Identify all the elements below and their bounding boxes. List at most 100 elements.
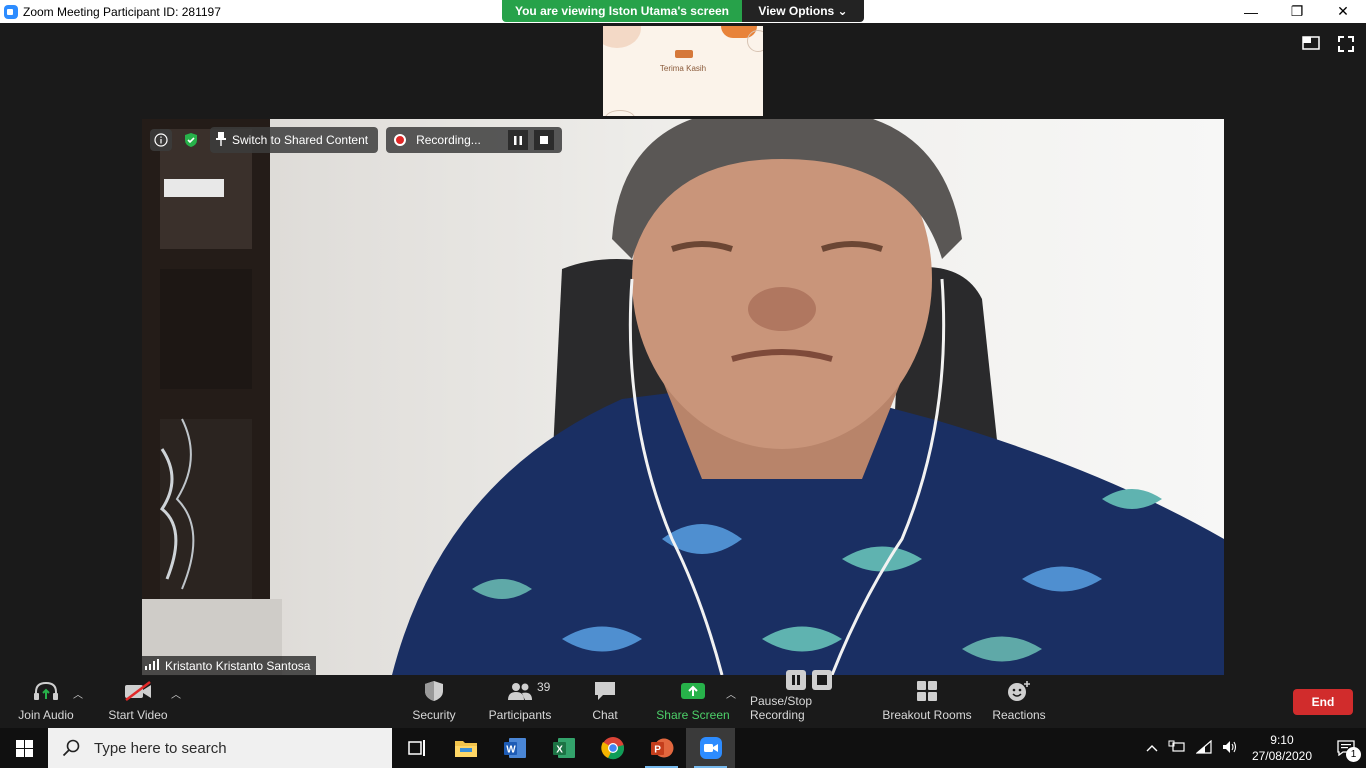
switch-to-shared-content-button[interactable]: Switch to Shared Content — [210, 127, 379, 153]
taskbar-search-box[interactable]: Type here to search — [48, 728, 392, 768]
thumb-decoration — [605, 110, 635, 116]
powerpoint-icon: P — [650, 738, 673, 758]
headphones-icon — [33, 678, 59, 704]
taskbar-file-explorer[interactable] — [441, 728, 490, 768]
file-explorer-icon — [454, 741, 477, 757]
chat-button[interactable]: Chat — [584, 678, 626, 728]
thumb-text: Terima Kasih — [659, 64, 707, 73]
meeting-toolbar: Join Audio ︿ Start Video ︿ Security 39 P… — [0, 670, 1366, 728]
svg-text:X: X — [556, 745, 563, 756]
switch-to-shared-content-label: Switch to Shared Content — [232, 133, 369, 147]
zoom-app-icon — [4, 4, 18, 19]
meeting-info-icon[interactable] — [150, 129, 172, 151]
shared-content-thumbnail[interactable]: Terima Kasih — [603, 26, 763, 116]
taskbar-excel[interactable]: X — [539, 728, 588, 768]
participants-count: 39 — [537, 680, 551, 694]
join-audio-button[interactable]: Join Audio — [14, 678, 78, 728]
recording-controls — [508, 130, 555, 150]
system-tray: 9:10 27/08/2020 1 — [1146, 728, 1366, 768]
recording-label: Recording... — [416, 133, 481, 147]
participant-video — [142, 119, 1224, 675]
stop-recording-icon[interactable] — [534, 130, 555, 150]
recording-controls-icon — [786, 670, 832, 690]
volume-icon[interactable] — [1222, 740, 1238, 757]
pause-stop-recording-button[interactable]: Pause/Stop Recording — [750, 670, 868, 728]
start-video-button[interactable]: Start Video — [106, 678, 170, 728]
share-options-caret-icon[interactable]: ︿ — [726, 686, 736, 701]
security-label: Security — [412, 708, 456, 722]
viewing-screen-label: You are viewing Iston Utama's screen — [502, 0, 742, 22]
video-frame — [142, 119, 1224, 675]
start-button[interactable] — [0, 728, 48, 768]
participants-button[interactable]: 39 Participants — [484, 678, 556, 728]
word-icon: W — [503, 738, 526, 758]
view-options-button[interactable]: View Options ⌄ — [742, 0, 864, 22]
windows-taskbar: Type here to search W X P 9:10 27/08/202… — [0, 728, 1366, 768]
fullscreen-icon[interactable] — [1338, 36, 1354, 57]
share-screen-button[interactable]: Share Screen — [656, 678, 730, 728]
participants-icon: 39 — [507, 678, 550, 704]
thumb-tag — [675, 50, 693, 58]
restore-button[interactable]: ❐ — [1274, 0, 1320, 23]
breakout-rooms-button[interactable]: Breakout Rooms — [882, 678, 972, 728]
breakout-rooms-label: Breakout Rooms — [882, 708, 972, 722]
taskbar-chrome[interactable] — [588, 728, 637, 768]
clock-date: 27/08/2020 — [1251, 749, 1312, 763]
share-screen-label: Share Screen — [656, 708, 730, 722]
svg-text:W: W — [506, 745, 516, 756]
security-shield-icon — [424, 678, 444, 704]
chat-icon — [593, 678, 617, 704]
tray-icons — [1146, 739, 1238, 757]
taskbar-powerpoint[interactable]: P — [637, 728, 686, 768]
audio-options-caret-icon[interactable]: ︿ — [73, 686, 83, 701]
window-controls: — ❐ ✕ — [1228, 0, 1366, 23]
pause-recording-icon[interactable] — [508, 130, 529, 150]
share-screen-icon — [680, 678, 706, 704]
action-center-button[interactable]: 1 — [1326, 728, 1366, 768]
recording-indicator: Recording... — [386, 127, 563, 153]
reactions-icon — [1007, 678, 1031, 704]
reactions-label: Reactions — [992, 708, 1046, 722]
view-controls — [1302, 36, 1354, 57]
notifications-badge: 1 — [1346, 747, 1361, 762]
clock-time: 9:10 — [1270, 733, 1294, 747]
participant-name: Kristanto Kristanto Santosa — [165, 659, 311, 673]
window-title: Zoom Meeting Participant ID: 281197 — [23, 4, 221, 19]
join-audio-label: Join Audio — [18, 708, 74, 722]
close-button[interactable]: ✕ — [1320, 0, 1366, 23]
taskbar-search-placeholder: Type here to search — [94, 739, 227, 757]
reactions-button[interactable]: Reactions — [990, 678, 1048, 728]
video-options-caret-icon[interactable]: ︿ — [171, 686, 181, 701]
start-video-label: Start Video — [108, 708, 168, 722]
task-view-icon — [407, 740, 425, 756]
video-off-icon — [124, 678, 152, 704]
participants-label: Participants — [488, 708, 552, 722]
layout-icon[interactable] — [1302, 36, 1320, 57]
recording-dot-icon — [394, 134, 407, 146]
wifi-icon[interactable] — [1195, 739, 1212, 757]
show-hidden-icons-chevron-icon[interactable] — [1146, 741, 1158, 755]
minimize-button[interactable]: — — [1228, 0, 1274, 23]
participant-name-tag: Kristanto Kristanto Santosa — [142, 656, 317, 676]
taskbar-clock[interactable]: 9:10 27/08/2020 — [1252, 732, 1312, 764]
security-button[interactable]: Security — [406, 678, 462, 728]
shield-icon[interactable] — [180, 129, 202, 151]
chrome-icon — [600, 737, 624, 760]
pin-icon — [216, 131, 226, 149]
video-overlay-controls: Switch to Shared Content Recording... — [150, 127, 563, 153]
share-banner: You are viewing Iston Utama's screen Vie… — [502, 0, 864, 22]
excel-icon: X — [552, 738, 575, 758]
taskbar-zoom[interactable] — [686, 728, 735, 768]
end-meeting-button[interactable]: End — [1293, 689, 1353, 715]
task-view-button[interactable] — [392, 728, 441, 768]
breakout-rooms-icon — [916, 678, 938, 704]
chat-label: Chat — [592, 708, 618, 722]
taskbar-word[interactable]: W — [490, 728, 539, 768]
thumb-decoration — [747, 30, 763, 52]
signal-strength-icon — [145, 659, 159, 673]
pause-stop-recording-label: Pause/Stop Recording — [750, 694, 813, 722]
zoom-icon — [699, 737, 722, 759]
search-icon — [62, 739, 80, 757]
windows-logo-icon — [15, 739, 33, 757]
battery-icon[interactable] — [1168, 740, 1186, 757]
